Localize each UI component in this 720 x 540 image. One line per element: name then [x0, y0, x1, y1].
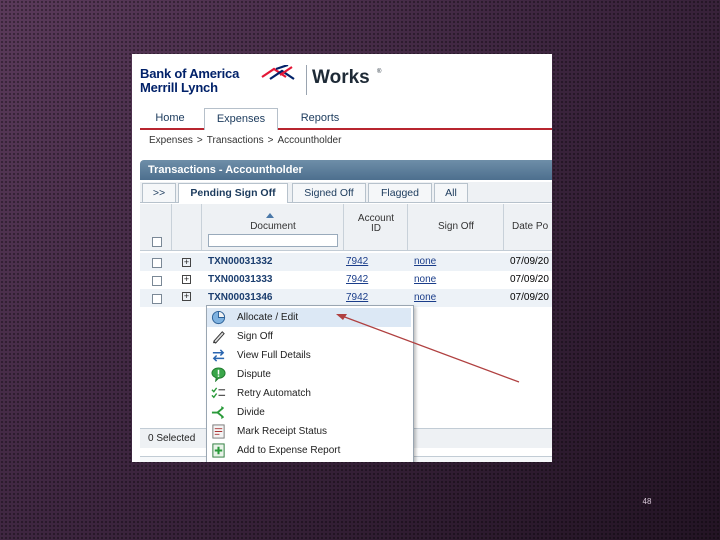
sign-off-link[interactable]: none	[414, 256, 436, 267]
breadcrumb-expenses[interactable]: Expenses	[149, 135, 193, 146]
add-report-icon	[212, 443, 225, 458]
table-row[interactable]: + TXN00031332 7942 none 07/09/20	[140, 253, 552, 271]
tab-flagged[interactable]: Flagged	[368, 183, 432, 202]
document-id[interactable]: TXN00031332	[208, 256, 273, 267]
menu-item-view-full-details[interactable]: View Full Details	[207, 346, 411, 365]
date-posted: 07/09/20	[510, 274, 549, 285]
document-column-header[interactable]: Document	[202, 204, 344, 250]
slide-number: 48	[642, 497, 652, 506]
logo-divider	[306, 65, 307, 95]
account-id-link[interactable]: 7942	[346, 274, 368, 285]
breadcrumb-sep: >	[267, 135, 274, 146]
table-row[interactable]: + TXN00031333 7942 none 07/09/20	[140, 271, 552, 289]
menu-item-label: Allocate / Edit	[237, 312, 299, 323]
menu-item-retry-automatch[interactable]: Retry Automatch	[207, 384, 411, 403]
sign-off-column-header[interactable]: Sign Off	[408, 204, 504, 250]
row-checkbox[interactable]	[152, 294, 162, 304]
pie-chart-icon	[211, 310, 226, 325]
document-id[interactable]: TXN00031346	[208, 292, 273, 303]
pen-icon	[212, 331, 225, 344]
breadcrumb-sep: >	[196, 135, 203, 146]
menu-item-label: View Full Details	[237, 350, 311, 361]
expand-column-header	[172, 204, 202, 250]
account-id-link[interactable]: 7942	[346, 292, 368, 303]
registered-mark: ®	[377, 69, 382, 75]
row-checkbox[interactable]	[152, 258, 162, 268]
sign-off-link[interactable]: none	[414, 292, 436, 303]
account-id-column-header[interactable]: Account ID	[344, 204, 408, 250]
menu-item-label: Retry Automatch	[237, 388, 311, 399]
menu-item-label: Divide	[237, 407, 265, 418]
menu-item-label: Mark Receipt Status	[237, 426, 328, 437]
menu-item-add-to-expense-report[interactable]: Add to Expense Report	[207, 441, 411, 460]
receipt-icon	[212, 424, 225, 439]
product-name: Works	[312, 67, 370, 88]
account-id-link[interactable]: 7942	[346, 256, 368, 267]
main-nav: Home Expenses Reports	[140, 108, 552, 130]
app-screenshot: Bank of America Merrill Lynch Works ® Ho…	[132, 54, 552, 462]
arrows-icon	[212, 349, 225, 362]
document-filter-input[interactable]	[208, 234, 338, 247]
row-checkbox[interactable]	[152, 276, 162, 286]
expand-plus-icon[interactable]: +	[182, 292, 191, 301]
menu-item-label: Dispute	[237, 369, 271, 380]
table-header: Document Account ID Sign Off Date Po	[140, 204, 552, 251]
breadcrumb: Expenses > Transactions > Accountholder	[149, 135, 345, 146]
selected-count: 0 Selected	[148, 433, 196, 444]
sign-off-header-label: Sign Off	[438, 221, 474, 232]
breadcrumb-accountholder: Accountholder	[277, 135, 342, 146]
date-posted: 07/09/20	[510, 292, 549, 303]
nav-tab-reports[interactable]: Reports	[280, 108, 360, 128]
account-header-line2: ID	[371, 223, 381, 234]
tab-all[interactable]: All	[434, 183, 468, 202]
date-column-header[interactable]: Date Po	[504, 204, 552, 250]
menu-item-dispute[interactable]: Dispute	[207, 365, 411, 384]
tab-signed-off[interactable]: Signed Off	[292, 183, 366, 202]
checklist-icon	[211, 387, 226, 399]
menu-item-allocate-edit[interactable]: Allocate / Edit	[207, 308, 411, 327]
panel-title: Transactions - Accountholder	[140, 160, 552, 180]
tab-pending-sign-off[interactable]: Pending Sign Off	[178, 183, 288, 203]
brand-line1: Bank of America	[140, 66, 240, 81]
menu-item-divide[interactable]: Divide	[207, 403, 411, 422]
date-posted: 07/09/20	[510, 256, 549, 267]
breadcrumb-transactions[interactable]: Transactions	[207, 135, 264, 146]
select-column-header	[140, 204, 172, 250]
nav-tab-expenses[interactable]: Expenses	[204, 108, 278, 130]
brand-line2: Merrill Lynch	[140, 80, 218, 95]
tab-collapse[interactable]: >>	[142, 183, 176, 202]
sort-ascending-icon	[266, 213, 274, 218]
split-icon	[211, 405, 225, 420]
date-header-label: Date Po	[512, 221, 549, 232]
document-id[interactable]: TXN00031333	[208, 274, 273, 285]
select-all-checkbox[interactable]	[152, 237, 162, 247]
row-context-menu: Allocate / Edit Sign Off View Full Detai…	[206, 305, 414, 462]
menu-item-label: Sign Off	[237, 331, 273, 342]
transaction-filter-tabs: >> Pending Sign Off Signed Off Flagged A…	[140, 182, 552, 203]
alert-bubble-icon	[211, 367, 226, 382]
menu-item-sign-off[interactable]: Sign Off	[207, 327, 411, 346]
flagscape-icon	[261, 65, 295, 80]
menu-item-mark-receipt-status[interactable]: Mark Receipt Status	[207, 422, 411, 441]
document-header-label: Document	[250, 221, 296, 232]
expand-plus-icon[interactable]: +	[182, 275, 191, 284]
sign-off-link[interactable]: none	[414, 274, 436, 285]
expand-plus-icon[interactable]: +	[182, 258, 191, 267]
nav-tab-home[interactable]: Home	[140, 108, 200, 128]
menu-item-label: Add to Expense Report	[237, 445, 341, 456]
